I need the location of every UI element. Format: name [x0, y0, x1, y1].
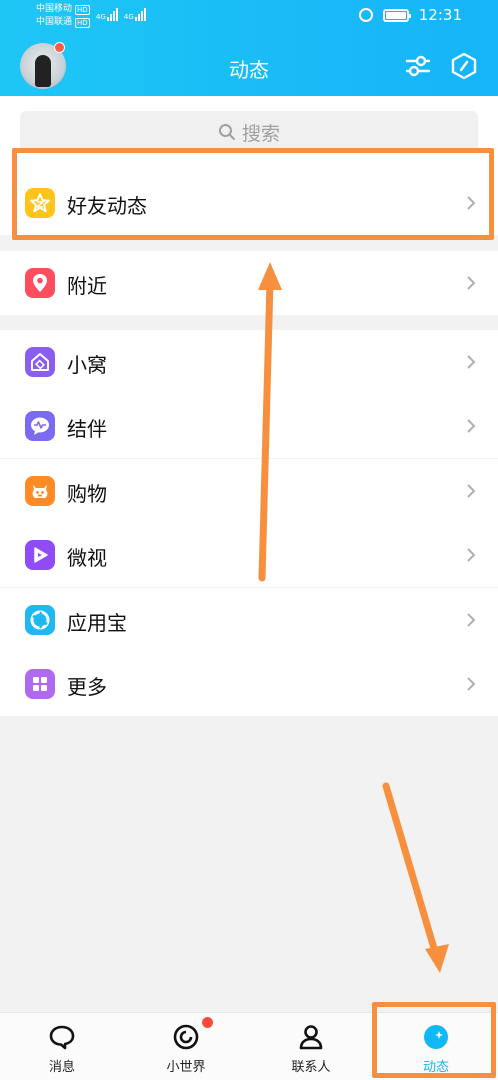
search-icon [218, 124, 235, 140]
battery-icon [382, 8, 411, 22]
item-label: 应用宝 [67, 611, 127, 635]
chat-bubble-icon [49, 1025, 75, 1050]
location-pin-icon [25, 268, 55, 298]
star-circle-icon [424, 1025, 448, 1049]
grid-icon [25, 669, 55, 699]
chevron-right-icon [467, 484, 476, 498]
app-store-icon [25, 605, 55, 635]
person-icon [299, 1025, 323, 1050]
tab-messages[interactable]: 消息 [0, 1013, 124, 1080]
item-label: 购物 [67, 482, 107, 506]
item-label: 附近 [67, 274, 107, 298]
tab-small-world[interactable]: 小世界 [124, 1013, 248, 1080]
signal-indicators: 4G 4G [96, 8, 146, 21]
chevron-right-icon [467, 276, 476, 290]
list-item-more[interactable]: 更多 [0, 652, 498, 716]
chevron-right-icon [467, 419, 476, 433]
chevron-right-icon [467, 677, 476, 691]
chevron-right-icon [467, 196, 476, 210]
notification-dot [202, 1017, 213, 1028]
hd-badge: HD [75, 17, 90, 28]
item-label: 小窝 [67, 353, 107, 377]
chevron-right-icon [467, 355, 476, 369]
tab-label: 动态 [422, 1060, 449, 1075]
list-item-nearby[interactable]: 附近 [0, 251, 498, 315]
list-item-shopping[interactable]: 购物 [0, 459, 498, 523]
network-type: 4G [123, 13, 134, 21]
signal-icon: 4G [124, 8, 146, 21]
shopping-bag-icon [25, 476, 55, 506]
list-item-weishi[interactable]: 微视 [0, 523, 498, 587]
alarm-icon [358, 8, 373, 22]
swirl-icon [173, 1024, 199, 1050]
tab-contacts[interactable]: 联系人 [249, 1013, 373, 1080]
chat-wave-icon [25, 411, 55, 441]
bottom-tab-bar: 消息 小世界 联系人 动态 [0, 1012, 498, 1080]
tab-label: 小世界 [166, 1060, 206, 1075]
list-item-friends-feed[interactable]: 好友动态 [0, 171, 498, 235]
hd-badge: HD [75, 4, 90, 15]
signal-icon: 4G [96, 8, 118, 21]
list-item-nest[interactable]: 小窝 [0, 330, 498, 394]
item-label: 好友动态 [67, 194, 147, 218]
star-icon [25, 188, 55, 218]
search-input[interactable]: 搜索 [20, 111, 478, 153]
status-bar: 中国移动 HD 中国联通 HD 4G 4G 12:31 [0, 0, 498, 34]
hexagon-icon[interactable] [450, 52, 478, 80]
carrier-info: 中国移动 HD 中国联通 HD [36, 3, 90, 29]
search-placeholder: 搜索 [241, 122, 280, 145]
play-icon [25, 540, 55, 570]
item-label: 结伴 [67, 417, 107, 441]
header-bar: 中国移动 HD 中国联通 HD 4G 4G 12:31 动态 [0, 0, 498, 96]
item-label: 微视 [67, 546, 107, 570]
carrier-2: 中国联通 [36, 17, 73, 27]
status-right: 12:31 [358, 6, 462, 24]
tab-label: 联系人 [291, 1060, 331, 1075]
search-area: 搜索 [0, 96, 498, 171]
list-item-companion[interactable]: 结伴 [0, 394, 498, 458]
chevron-right-icon [467, 548, 476, 562]
tab-label: 消息 [48, 1060, 75, 1075]
home-icon [25, 347, 55, 377]
arrow-down-to-moments-tab [382, 782, 449, 973]
carrier-1: 中国移动 [36, 4, 73, 14]
chevron-right-icon [467, 613, 476, 627]
sliders-icon[interactable] [404, 52, 432, 80]
notification-dot [54, 42, 65, 53]
network-type: 4G [96, 13, 106, 21]
tab-moments[interactable]: 动态 [374, 1013, 498, 1080]
clock: 12:31 [418, 6, 462, 24]
list-item-app-store[interactable]: 应用宝 [0, 588, 498, 652]
item-label: 更多 [67, 675, 107, 699]
